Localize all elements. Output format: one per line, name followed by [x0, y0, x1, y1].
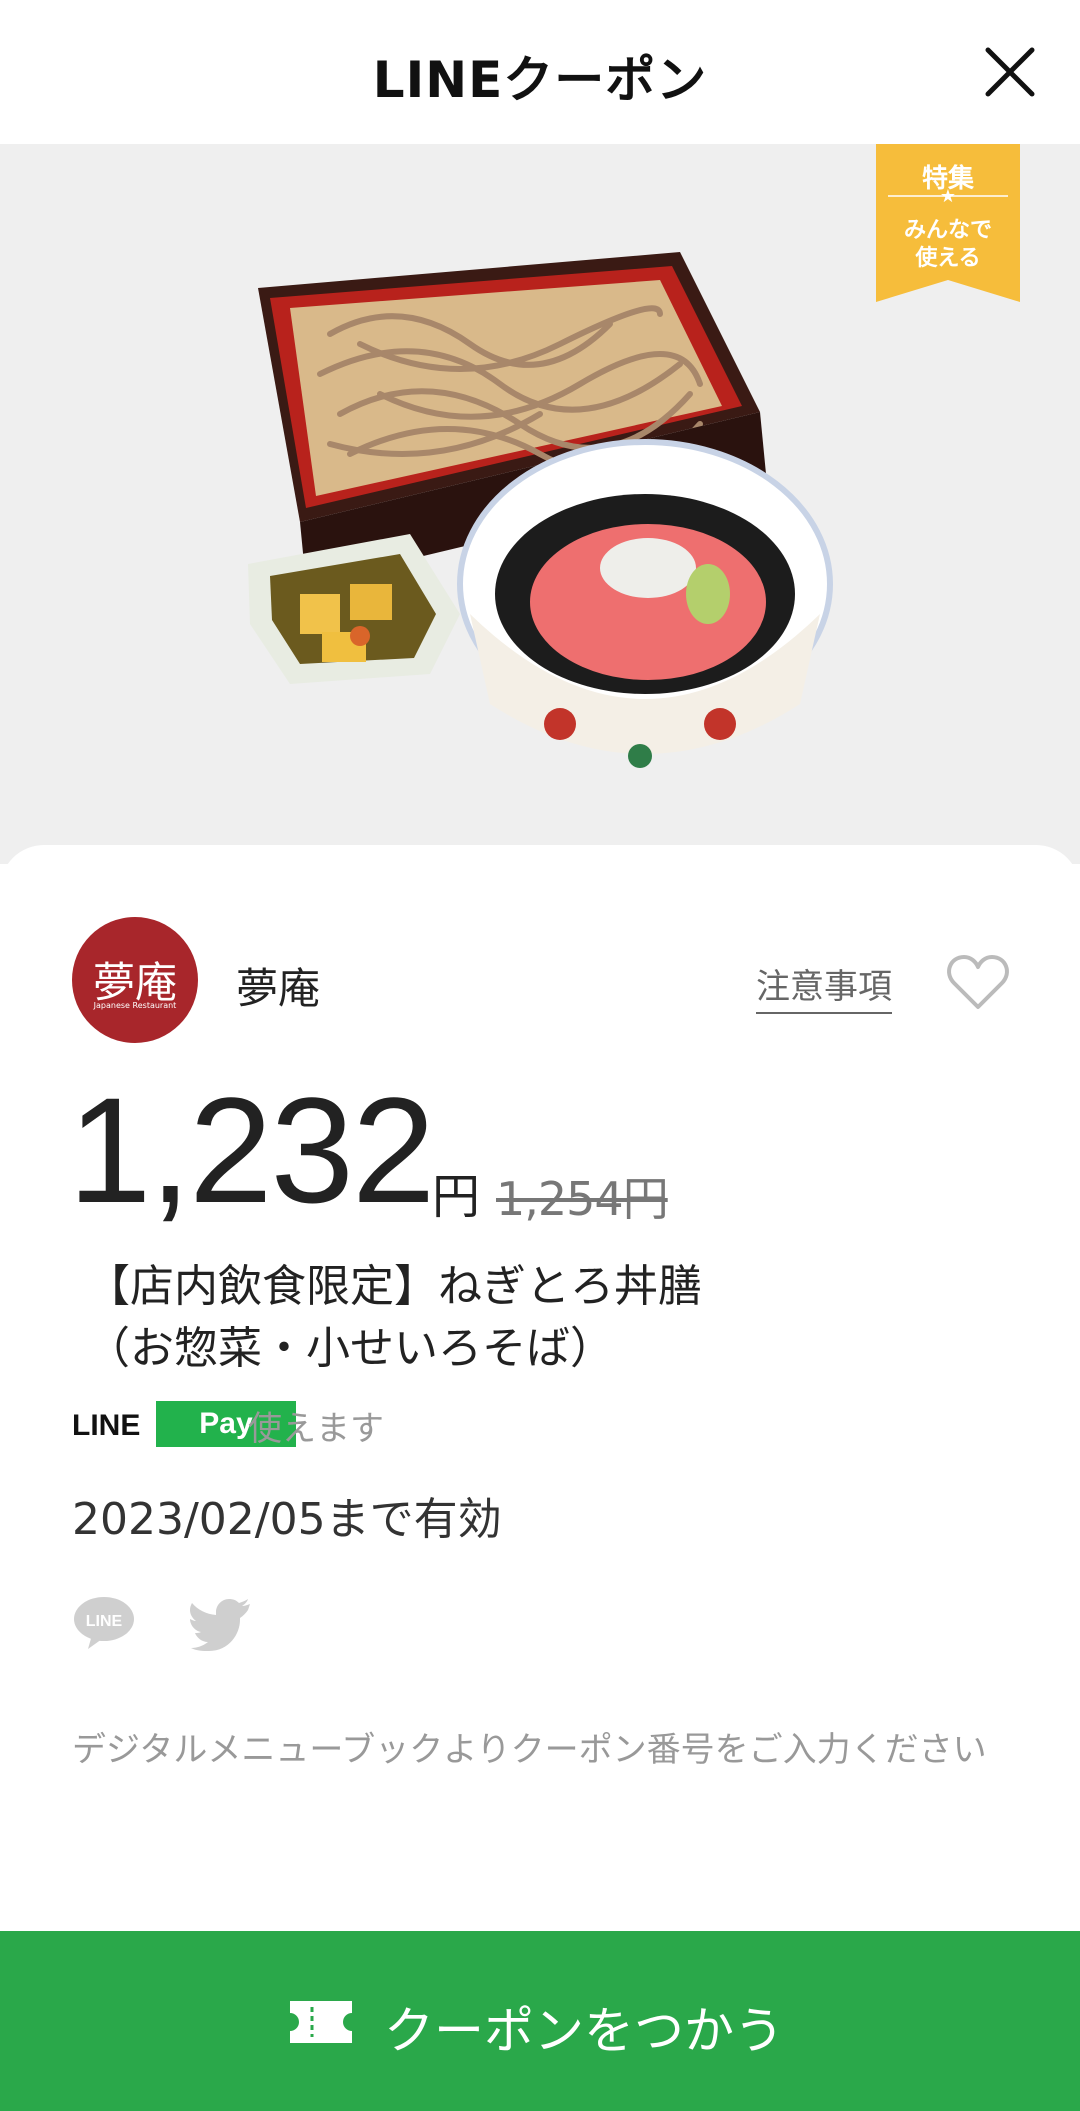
share-line-button[interactable]: LINE: [72, 1595, 136, 1651]
discount-price: 1,232: [68, 1066, 435, 1234]
coupon-hero-image: 特集 ★ みんなで 使える: [0, 144, 1080, 864]
ticket-icon: [290, 2001, 352, 2043]
usage-note: デジタルメニューブックよりクーポン番号をご入力ください: [72, 1730, 987, 1770]
header-title: LINEクーポン: [372, 51, 708, 109]
validity-date: 2023/02/05まで有効: [72, 1494, 502, 1545]
coupon-detail-card: 夢庵 Japanese Restaurant 夢庵 注意事項 1,232 円 1…: [0, 845, 1080, 2111]
line-pay-note: 使えます: [248, 1409, 384, 1449]
ribbon-text-2: 使える: [915, 246, 981, 271]
coupon-title-line2: （お惣菜・小せいろそば）: [86, 1323, 614, 1374]
share-twitter-button[interactable]: [190, 1597, 252, 1651]
svg-text:LINE: LINE: [86, 1613, 123, 1630]
shop-logo: 夢庵 Japanese Restaurant: [72, 917, 198, 1043]
twitter-bird-icon: [190, 1599, 250, 1651]
notes-link[interactable]: 注意事項: [756, 959, 892, 1014]
price-unit: 円: [432, 1169, 481, 1225]
line-pay-line-text: LINE: [72, 1409, 141, 1442]
close-button[interactable]: [982, 44, 1038, 100]
shop-logo-subtext: Japanese Restaurant: [93, 1001, 177, 1010]
ribbon-star-icon: ★: [939, 186, 957, 207]
use-coupon-label: クーポンをつかう: [384, 2002, 784, 2060]
app-header: LINEクーポン: [0, 0, 1080, 144]
close-icon: [985, 47, 1035, 97]
favorite-button[interactable]: [946, 953, 1010, 1011]
original-price: 1,254円: [496, 1172, 669, 1226]
line-speech-bubble-icon: LINE: [74, 1597, 134, 1649]
heart-outline-icon: [947, 955, 1009, 1009]
shop-name: 夢庵: [236, 964, 321, 1013]
feature-ribbon-badge: 特集 ★ みんなで 使える: [876, 144, 1020, 302]
use-coupon-button[interactable]: クーポンをつかう: [0, 1931, 1080, 2111]
coupon-title-line1: 【店内飲食限定】ねぎとろ丼膳: [86, 1261, 702, 1312]
